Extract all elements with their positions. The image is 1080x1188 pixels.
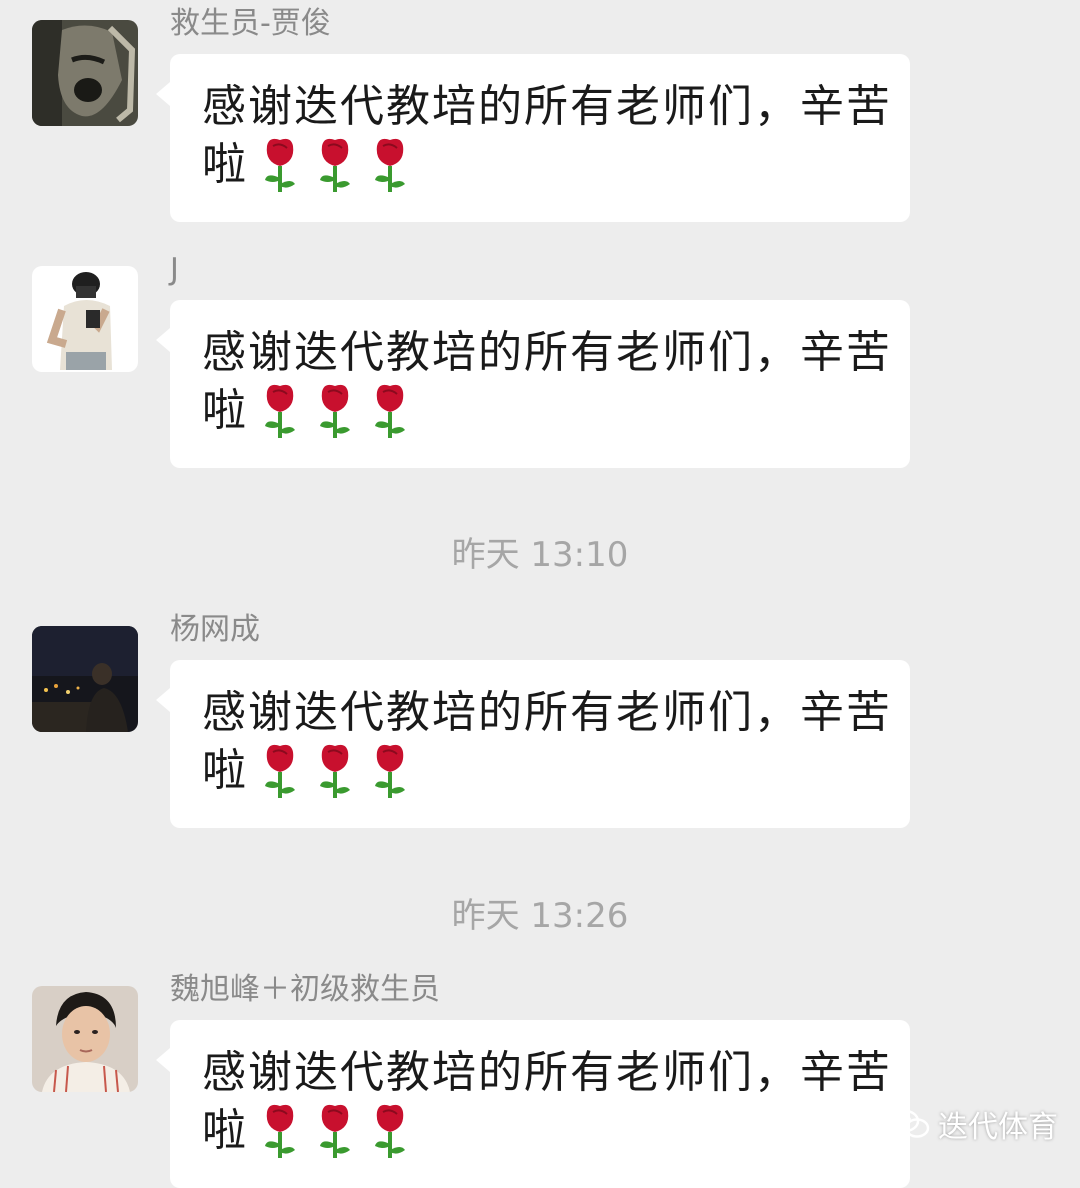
avatar[interactable]	[32, 626, 138, 732]
sender-name: J	[170, 252, 179, 287]
message-bubble[interactable]: 感谢迭代教培的所有老师们，辛苦 啦	[156, 54, 910, 222]
timestamp: 昨天 13:26	[451, 896, 629, 936]
avatar[interactable]	[32, 20, 138, 126]
avatar[interactable]	[32, 986, 138, 1092]
wechat-icon	[890, 1108, 930, 1140]
message-text-line: 啦	[202, 385, 248, 436]
rose-emoji-icon	[257, 136, 303, 194]
timestamp: 昨天 13:10	[451, 535, 629, 575]
sender-name: 魏旭峰＋初级救生员	[170, 972, 440, 1007]
rose-emoji-icon	[312, 136, 358, 194]
rose-emoji-icon	[367, 382, 413, 440]
message-text-line: 感谢迭代教培的所有老师们，辛苦	[202, 687, 892, 738]
rose-emoji-icon	[312, 1102, 358, 1160]
message-text-line: 啦	[202, 139, 248, 190]
watermark-text: 迭代体育	[938, 1110, 1058, 1145]
rose-emoji-icon	[312, 382, 358, 440]
message-text-line: 感谢迭代教培的所有老师们，辛苦	[202, 1047, 892, 1098]
rose-emoji-icon	[367, 1102, 413, 1160]
avatar[interactable]	[32, 266, 138, 372]
message-bubble[interactable]: 感谢迭代教培的所有老师们，辛苦 啦	[156, 300, 910, 468]
rose-emoji-icon	[367, 742, 413, 800]
rose-emoji-icon	[367, 136, 413, 194]
rose-emoji-icon	[257, 382, 303, 440]
watermark: 迭代体育	[890, 1104, 1058, 1145]
message-text-line: 感谢迭代教培的所有老师们，辛苦	[202, 327, 892, 378]
message-bubble[interactable]: 感谢迭代教培的所有老师们，辛苦 啦	[156, 1020, 910, 1188]
rose-emoji-icon	[312, 742, 358, 800]
rose-emoji-icon	[257, 742, 303, 800]
message-text-line: 感谢迭代教培的所有老师们，辛苦	[202, 81, 892, 132]
sender-name: 杨网成	[170, 612, 260, 647]
message-text-line: 啦	[202, 745, 248, 796]
rose-emoji-icon	[257, 1102, 303, 1160]
sender-name: 救生员-贾俊	[170, 6, 331, 41]
message-bubble[interactable]: 感谢迭代教培的所有老师们，辛苦 啦	[156, 660, 910, 828]
message-text-line: 啦	[202, 1105, 248, 1156]
